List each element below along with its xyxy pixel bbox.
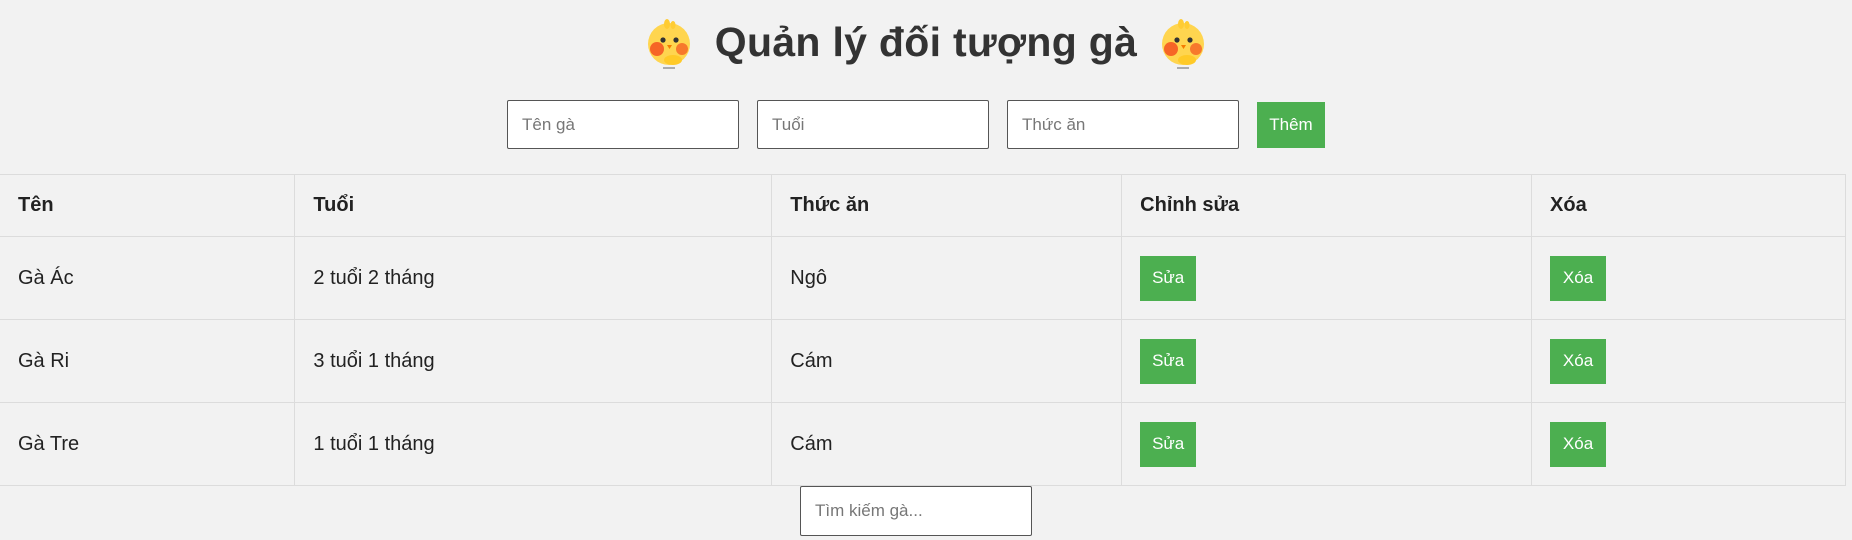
cell-food: Cám — [771, 319, 1123, 403]
page: Quản lý đối tượng gà Thêm — [0, 0, 1852, 540]
cell-delete: Xóa — [1531, 402, 1846, 486]
chicken-name-input[interactable] — [507, 100, 739, 149]
table-row: Gà Tre 1 tuổi 1 tháng Cám Sửa Xóa — [0, 402, 1846, 486]
table-header-row: Tên Tuổi Thức ăn Chỉnh sửa Xóa — [0, 174, 1846, 237]
cell-delete: Xóa — [1531, 319, 1846, 403]
chicken-age-input[interactable] — [757, 100, 989, 149]
cell-edit: Sửa — [1121, 319, 1533, 403]
cell-age: 3 tuổi 1 tháng — [294, 319, 773, 403]
delete-button[interactable]: Xóa — [1550, 338, 1607, 384]
cell-edit: Sửa — [1121, 236, 1533, 320]
chick-icon — [1162, 19, 1205, 69]
column-header-name: Tên — [0, 174, 296, 237]
column-header-delete: Xóa — [1531, 174, 1846, 237]
cell-name: Gà Tre — [0, 402, 296, 486]
cell-age: 1 tuổi 1 tháng — [294, 402, 773, 486]
cell-delete: Xóa — [1531, 236, 1846, 320]
edit-button[interactable]: Sửa — [1140, 421, 1197, 467]
chicken-table: Tên Tuổi Thức ăn Chỉnh sửa Xóa Gà Ác 2 t… — [0, 174, 1846, 486]
search-input[interactable] — [800, 486, 1032, 536]
cell-food: Cám — [771, 402, 1123, 486]
cell-name: Gà Ri — [0, 319, 296, 403]
delete-button[interactable]: Xóa — [1550, 421, 1607, 467]
chick-icon — [647, 19, 690, 69]
table-row: Gà Ác 2 tuổi 2 tháng Ngô Sửa Xóa — [0, 236, 1846, 320]
add-chicken-form: Thêm — [507, 100, 1325, 149]
delete-button[interactable]: Xóa — [1550, 255, 1607, 301]
add-button[interactable]: Thêm — [1257, 101, 1325, 148]
cell-edit: Sửa — [1121, 402, 1533, 486]
edit-button[interactable]: Sửa — [1140, 255, 1197, 301]
cell-food: Ngô — [771, 236, 1123, 320]
chicken-food-input[interactable] — [1007, 100, 1239, 149]
edit-button[interactable]: Sửa — [1140, 338, 1197, 384]
page-header: Quản lý đối tượng gà — [0, 12, 1852, 72]
column-header-age: Tuổi — [294, 174, 773, 237]
page-title: Quản lý đối tượng gà — [714, 18, 1138, 65]
table-row: Gà Ri 3 tuổi 1 tháng Cám Sửa Xóa — [0, 319, 1846, 403]
column-header-food: Thức ăn — [771, 174, 1123, 237]
cell-age: 2 tuổi 2 tháng — [294, 236, 773, 320]
cell-name: Gà Ác — [0, 236, 296, 320]
column-header-edit: Chỉnh sửa — [1121, 174, 1533, 237]
